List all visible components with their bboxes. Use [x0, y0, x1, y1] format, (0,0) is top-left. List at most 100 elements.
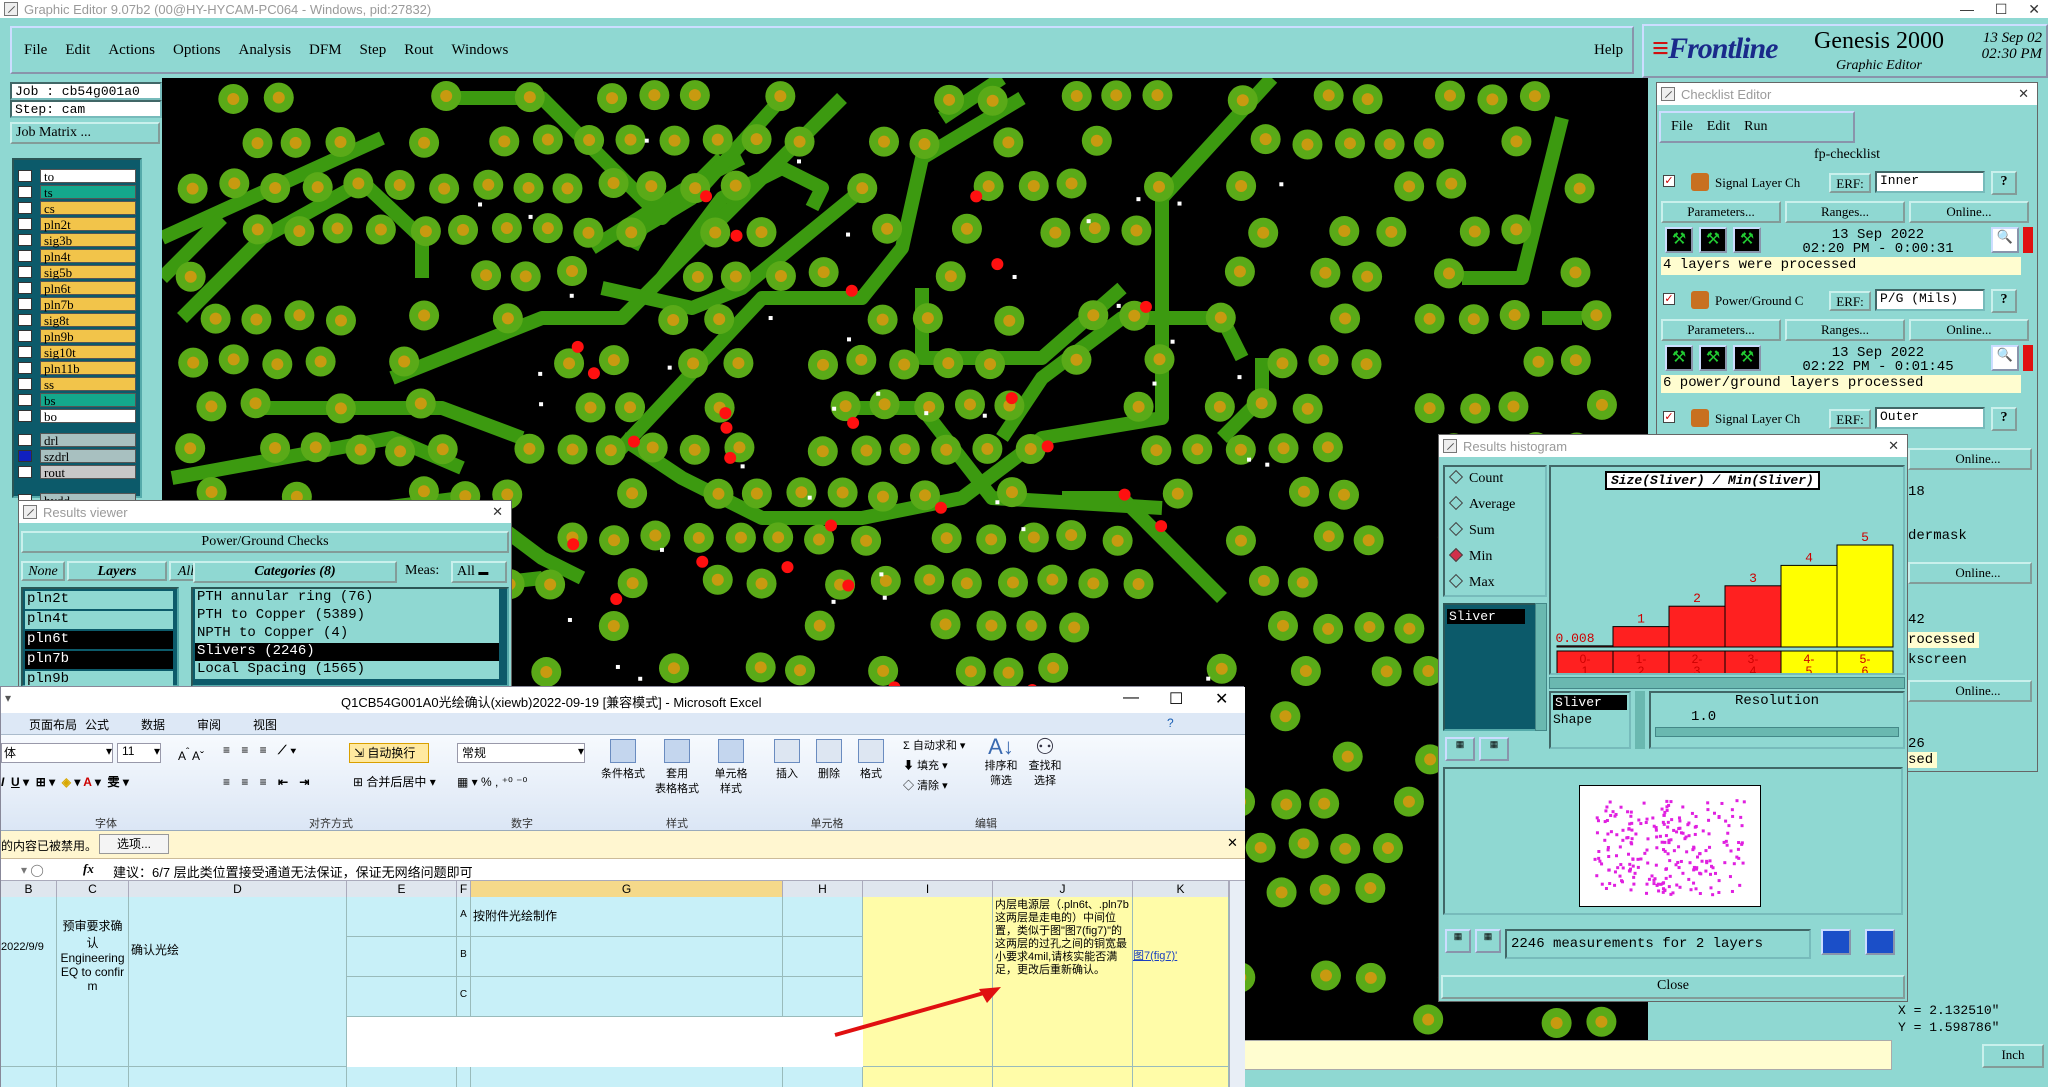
histogram-bar[interactable]: [1668, 605, 1726, 648]
close-button[interactable]: Close: [1441, 975, 1905, 999]
mode-sum[interactable]: Sum: [1445, 519, 1545, 545]
option-cell[interactable]: B: [457, 937, 471, 977]
rv-category-item[interactable]: NPTH to Copper (4): [195, 625, 499, 643]
question-cell[interactable]: 内层电源层（.pln6t、.pln7b 这两层是走电的）中间位置，类似于图"图7…: [993, 897, 1133, 1067]
layer-row[interactable]: pln9b: [18, 328, 136, 343]
date-cell[interactable]: 2022/9/9: [1, 897, 57, 1067]
histogram-bar[interactable]: [1612, 626, 1670, 648]
number-format-box[interactable]: 常规 ▾: [457, 743, 585, 763]
layer-name[interactable]: sig3b: [40, 232, 136, 247]
next-row-cell[interactable]: [1133, 1067, 1229, 1087]
column-header[interactable]: B: [1, 881, 57, 897]
run-icon[interactable]: ⚒: [1733, 227, 1761, 253]
menu-windows[interactable]: Windows: [451, 42, 508, 59]
run-icon[interactable]: ⚒: [1665, 345, 1693, 371]
column-header[interactable]: J: [993, 881, 1133, 897]
histogram-bar[interactable]: [1724, 585, 1782, 648]
erf-value[interactable]: Outer: [1875, 407, 1985, 429]
layer-checkbox[interactable]: [18, 313, 32, 326]
layer-row[interactable]: pln7b: [18, 296, 136, 311]
font-size-box[interactable]: 11 ▾: [117, 743, 161, 763]
layer-row[interactable]: to: [18, 168, 136, 183]
layer-name[interactable]: pln2t: [40, 216, 136, 231]
close-icon[interactable]: ✕: [1888, 438, 1899, 454]
mode-min[interactable]: Min: [1445, 545, 1545, 571]
minimize-icon[interactable]: —: [1123, 689, 1139, 707]
magnifier-icon[interactable]: 🔍: [1991, 345, 2019, 371]
help-icon[interactable]: ?: [1991, 407, 2017, 431]
layer-checkbox[interactable]: [18, 233, 32, 246]
layer-name[interactable]: rout: [40, 464, 136, 479]
requirement-cell[interactable]: 预审要求确认 Engineering EQ to confirm: [57, 897, 129, 1067]
layer-name[interactable]: pln4t: [40, 248, 136, 263]
ribbon-tab[interactable]: 数据: [141, 716, 165, 733]
histogram-icon-1[interactable]: ▦: [1445, 737, 1475, 761]
layer-checkbox[interactable]: [18, 249, 32, 262]
rv-category-item[interactable]: PTH annular ring (76): [195, 589, 499, 607]
unit-button[interactable]: Inch: [1982, 1044, 2044, 1068]
layer-checkbox[interactable]: [18, 265, 32, 278]
layer-name[interactable]: pln9b: [40, 328, 136, 343]
ribbon-tab[interactable]: 视图: [253, 716, 277, 733]
column-header[interactable]: E: [347, 881, 457, 897]
clear-button[interactable]: ◇ 清除 ▾: [903, 779, 973, 794]
close-icon[interactable]: ✕: [492, 504, 503, 520]
layer-name[interactable]: cs: [40, 200, 136, 215]
menu-options[interactable]: Options: [173, 42, 221, 59]
empty-cell[interactable]: [347, 977, 457, 1017]
layer-row[interactable]: bs: [18, 392, 136, 407]
column-header[interactable]: G: [471, 881, 783, 897]
next-row-cell[interactable]: [347, 1067, 457, 1087]
align-top-buttons[interactable]: ≡ ≡ ≡ ⟋▾: [223, 743, 333, 758]
close-icon[interactable]: ✕: [2028, 1, 2040, 18]
erf-button[interactable]: ERF:: [1829, 173, 1871, 193]
merge-center-button[interactable]: ⊞ 合并后居中 ▾: [353, 775, 449, 790]
layer-checkbox[interactable]: [18, 185, 32, 198]
column-header[interactable]: H: [783, 881, 863, 897]
menu-file[interactable]: File: [24, 42, 47, 59]
layer-checkbox[interactable]: [18, 465, 32, 478]
erf-button[interactable]: ERF:: [1829, 409, 1871, 429]
menu-dfm[interactable]: DFM: [309, 42, 342, 59]
job-matrix-button[interactable]: Job Matrix ...: [10, 122, 160, 144]
run-icon[interactable]: ⚒: [1699, 345, 1727, 371]
layer-name[interactable]: to: [40, 168, 136, 183]
cells-button[interactable]: 格式: [851, 739, 891, 782]
font-grow-icon[interactable]: Aˆ Aˇ: [171, 745, 211, 764]
hyperlink-cell[interactable]: 图7(fig7)': [1133, 897, 1229, 1067]
rv-layer-item[interactable]: pln6t: [25, 631, 173, 649]
histogram-bar[interactable]: [1780, 564, 1838, 648]
next-row-cell[interactable]: [993, 1067, 1133, 1087]
next-row-cell[interactable]: [1, 1067, 57, 1087]
run-icon[interactable]: ⚒: [1665, 227, 1693, 253]
online-button[interactable]: Online...: [1908, 448, 2032, 470]
layer-row[interactable]: sig5b: [18, 264, 136, 279]
layer-row[interactable]: rout: [18, 464, 136, 479]
online-button[interactable]: Online...: [1909, 319, 2029, 341]
spreadsheet-grid[interactable]: B C D E F G H I J K 2022/9/9 预审要求确认 Engineering EQ …: [1, 881, 1245, 1087]
minimize-icon[interactable]: —: [1960, 1, 1974, 17]
empty-cell[interactable]: [471, 937, 783, 977]
layer-row[interactable]: pln2t: [18, 216, 136, 231]
rv-layer-item[interactable]: pln2t: [25, 591, 173, 609]
next-row-cell[interactable]: [863, 1067, 993, 1087]
erf-value[interactable]: Inner: [1875, 171, 1985, 193]
item-enable-checkbox[interactable]: ✓: [1663, 411, 1675, 423]
layer-name[interactable]: drl: [40, 432, 136, 447]
layer-checkbox[interactable]: [18, 297, 32, 310]
vertical-scrollbar[interactable]: [1229, 881, 1245, 1087]
alert-icon[interactable]: [2023, 345, 2033, 371]
parameters-button[interactable]: Parameters...: [1661, 201, 1781, 223]
shape-scrollbar[interactable]: [1635, 691, 1645, 749]
empty-cell[interactable]: [783, 937, 863, 977]
layer-checkbox[interactable]: [18, 281, 32, 294]
name-box-arrow-icon[interactable]: ▾ ◯: [21, 863, 44, 877]
align-buttons[interactable]: ≡ ≡ ≡ ⇤ ⇥: [223, 775, 343, 790]
ribbon-tab[interactable]: 页面布局: [29, 716, 77, 733]
resolution-slider[interactable]: [1655, 727, 1899, 737]
instruction-cell[interactable]: 按附件光绘制作: [471, 897, 783, 937]
empty-cell[interactable]: [347, 937, 457, 977]
layer-name[interactable]: ts: [40, 184, 136, 199]
help-menu[interactable]: Help: [1594, 42, 1623, 59]
parameters-button[interactable]: Parameters...: [1661, 319, 1781, 341]
